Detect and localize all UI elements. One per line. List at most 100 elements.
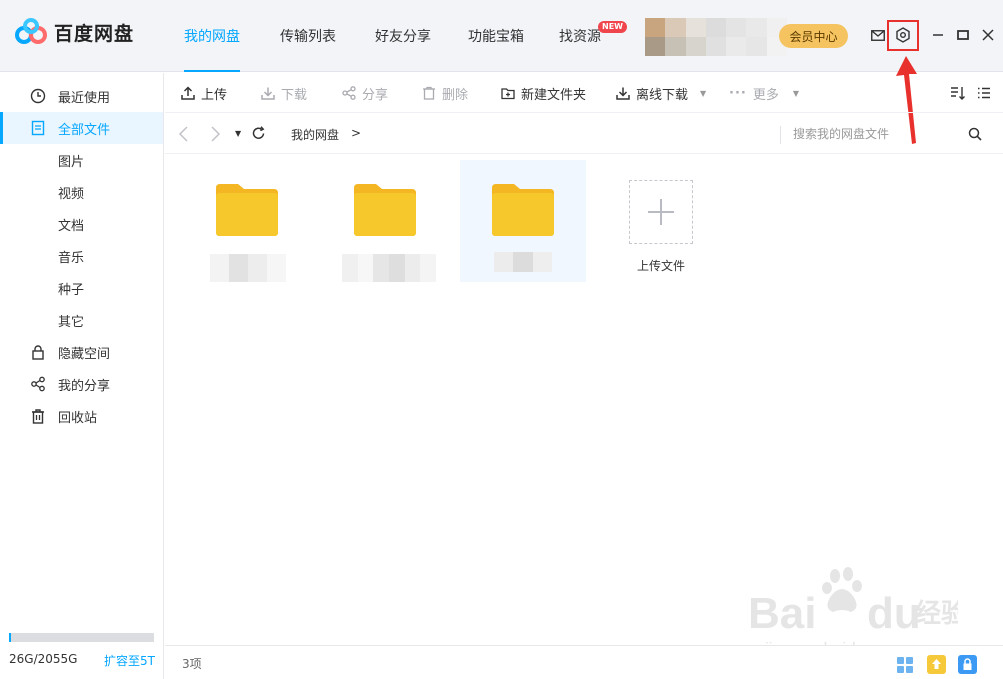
- trash-icon: [423, 86, 435, 100]
- share-icon: [31, 376, 45, 392]
- storage-quota-fill: [9, 633, 11, 642]
- download-icon: [616, 87, 630, 100]
- sidebar-item-all-files[interactable]: 全部文件: [0, 112, 163, 144]
- folder-item-selected[interactable]: [460, 160, 586, 282]
- lock-icon: [32, 345, 44, 360]
- sidebar-item-label: 音乐: [58, 250, 85, 266]
- refresh-icon[interactable]: [251, 126, 266, 145]
- status-bar: 3项: [165, 645, 1003, 679]
- minimize-icon[interactable]: [929, 26, 947, 44]
- search-input[interactable]: [793, 123, 953, 145]
- new-badge: NEW: [598, 21, 627, 33]
- sidebar-item-label: 视频: [58, 186, 85, 202]
- settings-highlight-box: [887, 20, 919, 51]
- sidebar-item-documents[interactable]: 文档: [0, 208, 163, 240]
- new-folder-icon: [501, 88, 515, 100]
- plus-icon: [648, 199, 674, 225]
- sidebar-item-label: 种子: [58, 282, 85, 298]
- sidebar-item-hidden-space[interactable]: 隐藏空间: [0, 336, 163, 368]
- list-view-button[interactable]: [977, 73, 997, 113]
- dropdown-caret-icon: ▼: [792, 88, 799, 98]
- path-bar: ▼ 我的网盘 >: [165, 114, 1003, 154]
- tab-find-resources[interactable]: 找资源: [559, 0, 601, 72]
- vip-center-button[interactable]: 会员中心: [779, 24, 848, 48]
- mail-icon[interactable]: [869, 26, 887, 44]
- sort-icon: [951, 87, 965, 100]
- sidebar-item-images[interactable]: 图片: [0, 144, 163, 176]
- sidebar-item-label: 最近使用: [58, 90, 111, 106]
- sidebar: 最近使用 全部文件 图片 视频 文档 音乐 种子 其它 隐藏空间 我的分享 回收…: [0, 73, 164, 679]
- tab-friend-share[interactable]: 好友分享: [375, 0, 431, 72]
- title-bar: 百度网盘 我的网盘 传输列表 好友分享 功能宝箱 找资源 NEW 会员中心: [0, 0, 1003, 72]
- maximize-icon[interactable]: [954, 26, 972, 44]
- more-button[interactable]: ··· 更多 ▼: [729, 73, 799, 113]
- active-tab-indicator: [184, 70, 240, 72]
- storage-quota-text: 26G/2055G: [9, 652, 78, 666]
- list-view-icon: [978, 87, 990, 99]
- dropdown-caret-icon: ▼: [700, 88, 707, 98]
- sidebar-item-music[interactable]: 音乐: [0, 240, 163, 272]
- forward-arrow-icon[interactable]: [209, 126, 221, 146]
- delete-button[interactable]: 删除: [422, 73, 468, 113]
- sidebar-item-label: 隐藏空间: [58, 346, 111, 362]
- tab-toolbox[interactable]: 功能宝箱: [468, 0, 524, 72]
- breadcrumb-separator: >: [351, 126, 362, 140]
- tab-transfer-list[interactable]: 传输列表: [280, 0, 336, 72]
- breadcrumb-root[interactable]: 我的网盘: [291, 126, 339, 143]
- item-count: 3项: [182, 657, 202, 671]
- share-button[interactable]: 分享: [342, 73, 388, 113]
- search-icon[interactable]: [968, 127, 982, 145]
- sidebar-item-videos[interactable]: 视频: [0, 176, 163, 208]
- more-label: 更多: [752, 87, 779, 103]
- folder-icon: [492, 184, 554, 236]
- upload-file-label: 上传文件: [637, 259, 686, 273]
- upgrade-icon[interactable]: [927, 655, 946, 678]
- app-name: 百度网盘: [54, 22, 135, 45]
- sidebar-item-label: 图片: [58, 154, 85, 170]
- svg-text:Bai: Bai: [748, 589, 816, 638]
- upload-icon: [181, 86, 195, 100]
- folder-item[interactable]: [184, 160, 310, 282]
- sidebar-item-my-shares[interactable]: 我的分享: [0, 368, 163, 400]
- folder-name-blurred: [342, 254, 436, 282]
- share-icon: [342, 86, 356, 100]
- safe-box-lock-icon[interactable]: [958, 655, 977, 678]
- sidebar-item-label: 文档: [58, 218, 85, 234]
- history-dropdown-icon[interactable]: ▼: [235, 129, 241, 138]
- more-dots-icon: ···: [729, 85, 747, 101]
- sort-button[interactable]: [950, 73, 972, 113]
- new-folder-button[interactable]: 新建文件夹: [501, 73, 586, 113]
- offline-download-button[interactable]: 离线下载 ▼: [616, 73, 706, 113]
- expand-storage-link[interactable]: 扩容至5T: [104, 652, 155, 669]
- apps-grid-icon[interactable]: [896, 656, 914, 678]
- delete-label: 删除: [442, 87, 469, 103]
- app-logo: 百度网盘: [14, 18, 134, 46]
- upload-label: 上传: [201, 87, 228, 103]
- user-avatar-blurred[interactable]: [645, 18, 787, 56]
- folder-icon: [354, 184, 416, 236]
- close-icon[interactable]: [979, 26, 997, 44]
- sidebar-item-recent[interactable]: 最近使用: [0, 80, 163, 112]
- file-icon: [31, 120, 45, 136]
- share-label: 分享: [362, 87, 389, 103]
- new-folder-label: 新建文件夹: [521, 87, 587, 103]
- folder-item[interactable]: [322, 160, 448, 282]
- search-divider: [780, 126, 781, 144]
- sidebar-item-label: 其它: [58, 314, 85, 330]
- sidebar-item-recycle-bin[interactable]: 回收站: [0, 400, 163, 432]
- baidu-netdisk-logo-icon: [15, 18, 47, 44]
- download-button[interactable]: 下载: [261, 73, 307, 113]
- download-icon: [261, 87, 275, 100]
- upload-file-tile[interactable]: [629, 180, 693, 244]
- clock-icon: [30, 88, 46, 104]
- tab-my-disk[interactable]: 我的网盘: [184, 0, 240, 72]
- file-toolbar: 上传 下载 分享 删除 新建文件夹 离线下载 ▼ ··· 更多 ▼: [165, 73, 1003, 113]
- folder-name-blurred: [210, 254, 286, 282]
- offline-download-label: 离线下载: [636, 87, 689, 103]
- upload-button[interactable]: 上传: [181, 73, 227, 113]
- storage-quota-bar: [9, 633, 154, 642]
- sidebar-item-other[interactable]: 其它: [0, 304, 163, 336]
- back-arrow-icon[interactable]: [178, 126, 190, 146]
- sidebar-item-label: 我的分享: [58, 378, 111, 394]
- sidebar-item-torrents[interactable]: 种子: [0, 272, 163, 304]
